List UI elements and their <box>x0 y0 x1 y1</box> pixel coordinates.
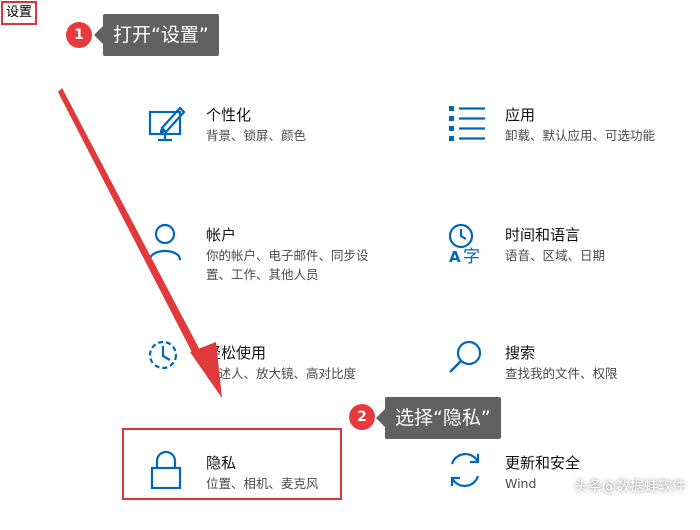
tile-accounts[interactable]: 帐户 你的帐户、电子邮件、同步设置、工作、其他人员 <box>148 222 388 302</box>
tile-personalization[interactable]: 个性化 背景、锁屏、颜色 <box>148 102 388 182</box>
watermark: 头条@数据蛙软件 <box>574 479 686 495</box>
tile-title: 个性化 <box>206 106 252 124</box>
step-2-badge: 2 <box>349 404 375 430</box>
search-icon <box>449 340 482 373</box>
tile-title: 时间和语言 <box>505 226 581 244</box>
update-icon <box>450 452 480 488</box>
tile-apps[interactable]: 应用 卸载、默认应用、可选功能 <box>447 102 687 182</box>
tile-desc: 语音、区域、日期 <box>505 248 606 263</box>
tile-desc: 卸载、默认应用、可选功能 <box>505 128 656 143</box>
tile-desc: 查找我的文件、权限 <box>505 366 618 381</box>
tile-desc: 你的帐户、电子邮件、同步设置、工作、其他人员 <box>206 248 369 282</box>
tile-title: 应用 <box>505 106 536 124</box>
tile-title: 帐户 <box>206 226 237 244</box>
step-1-badge: 1 <box>66 22 92 48</box>
tile-time-language[interactable]: A 字 时间和语言 语音、区域、日期 <box>447 222 687 302</box>
step-1-callout: 打开“设置” <box>94 14 219 56</box>
apps-list-icon <box>449 106 485 141</box>
svg-text:字: 字 <box>463 247 480 266</box>
ease-of-access-icon <box>148 340 178 370</box>
settings-tag[interactable]: 设置 <box>1 1 37 25</box>
tile-title: 轻松使用 <box>206 344 267 362</box>
step-2-callout: 选择“隐私” <box>376 397 501 439</box>
svg-text:A: A <box>449 248 461 266</box>
clock-language-icon: A 字 <box>448 223 480 266</box>
privacy-highlight-box <box>122 428 342 500</box>
person-icon <box>148 223 182 261</box>
tile-desc: 背景、锁屏、颜色 <box>206 128 307 143</box>
tile-title: 搜索 <box>505 344 536 362</box>
tile-title: 更新和安全 <box>505 454 581 472</box>
personalization-icon <box>148 106 186 142</box>
tile-desc: 讲述人、放大镜、高对比度 <box>206 366 357 381</box>
